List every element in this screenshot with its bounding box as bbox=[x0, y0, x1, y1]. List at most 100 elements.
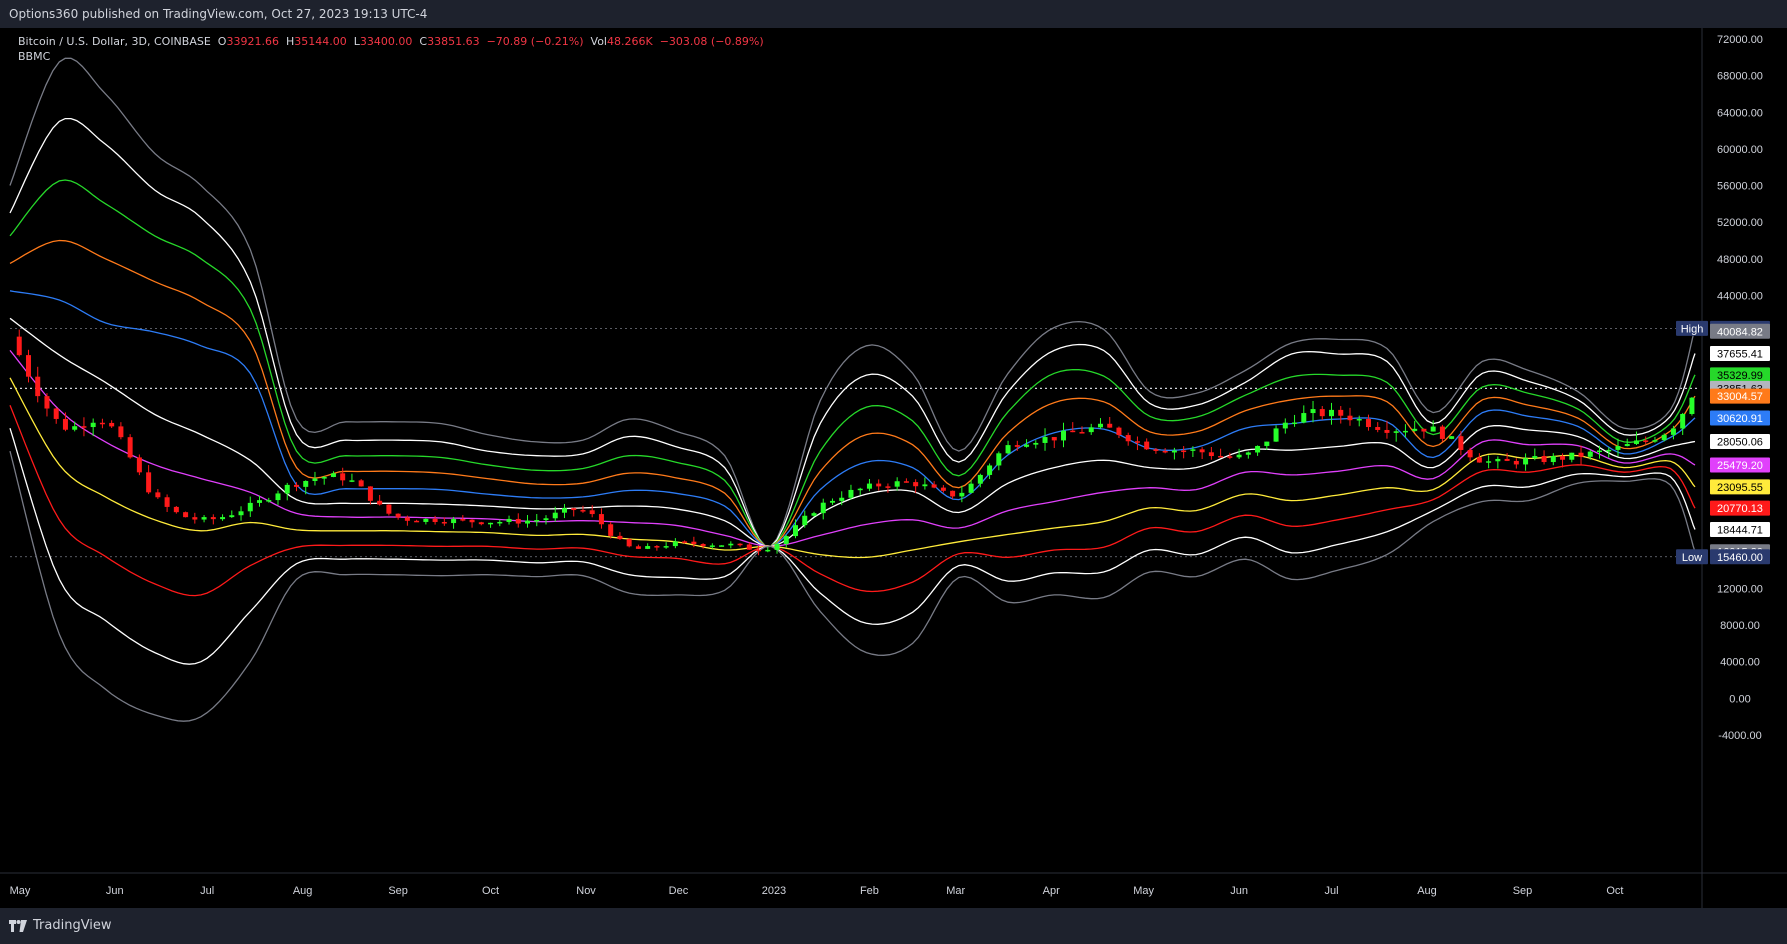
low-value: 33400.00 bbox=[359, 35, 413, 48]
candle-body bbox=[996, 453, 1002, 466]
candle-body bbox=[16, 336, 22, 356]
time-tick-label: Sep bbox=[1513, 885, 1533, 897]
symbol-legend[interactable]: Bitcoin / U.S. Dollar, 3D, COINBASE O339… bbox=[18, 34, 764, 50]
candle-body bbox=[321, 476, 327, 479]
candle-body bbox=[1292, 422, 1298, 425]
candle-body bbox=[1301, 413, 1307, 423]
candle-body bbox=[645, 546, 651, 549]
candle-body bbox=[247, 502, 253, 512]
candle-body bbox=[746, 544, 752, 550]
last-value-text: 33004.57 bbox=[1717, 391, 1763, 403]
time-tick-label: Sep bbox=[388, 885, 408, 897]
price-tick-label: 60000.00 bbox=[1717, 144, 1763, 156]
candle-body bbox=[238, 511, 244, 516]
candle-body bbox=[1070, 430, 1076, 433]
candle-body bbox=[303, 480, 309, 487]
candle-body bbox=[1421, 428, 1427, 432]
last-value-text: 37655.41 bbox=[1717, 349, 1763, 361]
candle-body bbox=[1597, 450, 1603, 453]
candle-body bbox=[903, 481, 909, 483]
candle-body bbox=[987, 465, 993, 475]
candle-body bbox=[1255, 445, 1261, 453]
candle-body bbox=[765, 549, 771, 552]
candle-body bbox=[183, 512, 189, 518]
candle-body bbox=[682, 541, 688, 543]
candle-body bbox=[1051, 437, 1057, 441]
candle-body bbox=[1439, 426, 1445, 439]
time-tick-label: Aug bbox=[293, 885, 313, 897]
candle-body bbox=[1486, 461, 1492, 463]
candle-body bbox=[99, 422, 105, 425]
candle-body bbox=[1134, 441, 1140, 443]
candle-body bbox=[266, 500, 272, 502]
last-value-text: 40084.82 bbox=[1717, 326, 1763, 338]
price-tick-label: 48000.00 bbox=[1717, 254, 1763, 266]
candle-body bbox=[1680, 413, 1686, 429]
last-value-text: 18444.71 bbox=[1717, 524, 1763, 536]
candle-body bbox=[977, 474, 983, 484]
candle-body bbox=[109, 422, 115, 427]
candle-body bbox=[1689, 397, 1695, 414]
candle-body bbox=[1218, 456, 1224, 458]
extreme-tag-text: Low bbox=[1682, 552, 1702, 564]
footer-bar: TradingView bbox=[0, 908, 1787, 944]
candle-body bbox=[257, 500, 263, 503]
extreme-tag-text: High bbox=[1681, 323, 1704, 335]
candle-body bbox=[829, 500, 835, 503]
candle-body bbox=[1088, 427, 1094, 433]
candle-body bbox=[506, 518, 512, 522]
tradingview-logo[interactable]: TradingView bbox=[9, 918, 112, 933]
candle-body bbox=[478, 522, 484, 525]
last-value-label: 33004.57 bbox=[1710, 388, 1770, 404]
candle-body bbox=[1412, 428, 1418, 431]
last-value-label: 18444.71 bbox=[1710, 521, 1770, 537]
candle-body bbox=[1430, 426, 1436, 432]
candle-body bbox=[589, 510, 595, 515]
candle-body bbox=[1615, 446, 1621, 450]
candle-body bbox=[1652, 440, 1658, 442]
candle-body bbox=[1162, 450, 1168, 453]
candle-body bbox=[1042, 437, 1048, 443]
candle-body bbox=[672, 541, 678, 547]
last-value-text: 30620.91 bbox=[1717, 413, 1763, 425]
candle-body bbox=[1670, 428, 1676, 435]
last-value-label: 20770.13 bbox=[1710, 500, 1770, 516]
candle-body bbox=[1606, 449, 1612, 452]
time-tick-label: Jun bbox=[106, 885, 124, 897]
candle-body bbox=[1643, 440, 1649, 442]
candle-body bbox=[386, 504, 392, 514]
change-value: −70.89 (−0.21%) bbox=[486, 35, 584, 48]
candle-body bbox=[534, 520, 540, 522]
candle-body bbox=[1532, 456, 1538, 459]
time-tick-label: Jul bbox=[1324, 885, 1338, 897]
indicator-name: BBMC bbox=[18, 50, 51, 63]
candle-body bbox=[525, 520, 531, 524]
indicator-legend[interactable]: BBMC bbox=[18, 50, 50, 63]
candle-body bbox=[1550, 456, 1556, 463]
last-value-label: 30620.91 bbox=[1710, 410, 1770, 426]
time-tick-label: Feb bbox=[860, 885, 879, 897]
candle-body bbox=[1144, 441, 1150, 450]
candle-body bbox=[173, 506, 179, 513]
candle-body bbox=[1347, 415, 1353, 421]
candle-body bbox=[349, 480, 355, 482]
candle-body bbox=[931, 484, 937, 488]
chart-area[interactable]: 72000.00 68000.00 64000.00 60000.00 56000.00… bbox=[0, 28, 1787, 908]
candle-body bbox=[1079, 432, 1085, 434]
candle-body bbox=[25, 355, 31, 377]
candle-body bbox=[728, 543, 734, 546]
tradingview-logo-icon bbox=[9, 919, 27, 932]
candle-body bbox=[1310, 409, 1316, 414]
candle-body bbox=[515, 518, 521, 524]
candle-body bbox=[72, 426, 78, 430]
chart-background bbox=[0, 28, 1787, 908]
candle-body bbox=[608, 524, 614, 536]
price-tick-label: 52000.00 bbox=[1717, 217, 1763, 229]
candle-body bbox=[1523, 458, 1529, 465]
publish-header: Options360 published on TradingView.com,… bbox=[0, 0, 1787, 28]
candle-body bbox=[1338, 409, 1344, 416]
candle-body bbox=[1365, 418, 1371, 428]
high-label: H bbox=[285, 35, 295, 48]
candle-body bbox=[1449, 436, 1455, 439]
candle-body bbox=[330, 473, 336, 477]
